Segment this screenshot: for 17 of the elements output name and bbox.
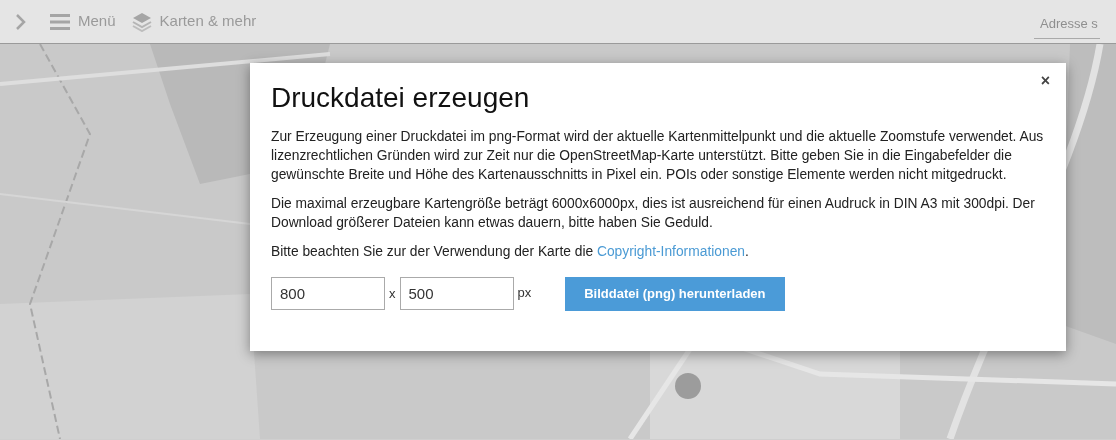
layers-icon (131, 11, 152, 32)
dialog-title: Druckdatei erzeugen (271, 81, 531, 115)
times-label: x (389, 284, 396, 303)
download-button[interactable]: Bilddatei (png) herunterladen (565, 276, 785, 311)
search-field[interactable]: Adresse s (1034, 10, 1100, 39)
width-field[interactable]: 800 (271, 277, 385, 311)
close-button[interactable]: × (1038, 73, 1052, 89)
menu-button[interactable]: Menü (50, 10, 116, 33)
notice-paragraph: Bitte beachten Sie zur der Verwendung der Karte die Copyright-Informationen. (271, 242, 750, 261)
info-paragraph: Die maximal erzeugbare Kartengröße beträgt 6000x6000px, dies ist ausreichend für einen Audruck in DIN A3 mit 300dpi. Der Download größerer Dateien kann etwas dauern, bitte haben Sie Geduld. (271, 194, 1036, 232)
chevron-icon[interactable] (16, 13, 26, 30)
copyright-link[interactable]: Copyright-Informationen (596, 243, 745, 259)
info-paragraph: Zur Erzeugung einer Druckdatei im png-Format wird der aktuelle Kartenmittelpunkt und die aktuelle Zoomstufe verwendet. Aus lizenzrechtlichen Gründen wird zur Zeit nur die OpenStreetMap-Karte unterstützt. Bitte geben Sie in die Eingabefelder die gewünschte Breite und Höhe des Kartenausschnitts in Pixel ein. POIs oder sonstige Elemente werden nicht mitgedruckt. (271, 127, 1045, 184)
menu-icon (50, 13, 70, 30)
maps-button[interactable]: Karten & mehr (131, 10, 257, 33)
unit-label: px (517, 283, 532, 302)
height-field[interactable]: 500 (399, 277, 514, 311)
